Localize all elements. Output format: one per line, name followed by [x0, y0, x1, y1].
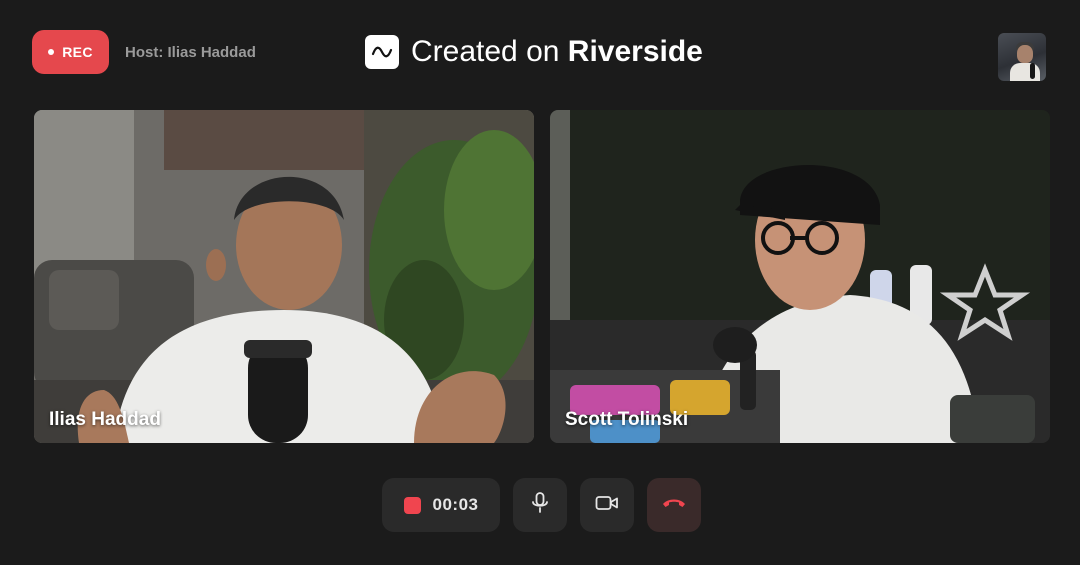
thumb-body [1010, 63, 1040, 81]
recording-timer: 00:03 [432, 495, 479, 514]
participant-name: Ilias Haddad [49, 409, 161, 430]
participant-name: Scott Tolinski [565, 409, 689, 430]
waveform-icon [365, 35, 399, 69]
leave-call-button[interactable] [647, 478, 701, 532]
top-bar: REC Host: Ilias Haddad Created on Rivers… [0, 0, 1080, 100]
stop-icon [403, 496, 421, 514]
camera-icon [595, 494, 619, 517]
brand-name: Riverside [567, 35, 703, 68]
thumb-head [1017, 45, 1033, 63]
participant-tile[interactable]: Ilias Haddad [34, 110, 534, 443]
rec-dot-icon [48, 49, 55, 55]
call-controls: 00:03 [0, 478, 1080, 533]
mute-microphone-button[interactable] [513, 478, 567, 532]
participant-video [34, 110, 534, 443]
host-label: Host: Ilias Haddad [125, 44, 256, 61]
brand-text: Created on Riverside [411, 35, 703, 69]
brand-prefix: Created on [411, 35, 560, 68]
rec-badge[interactable]: REC [32, 30, 109, 74]
stop-recording-button[interactable]: 00:03 [382, 478, 500, 532]
toggle-camera-button[interactable] [580, 478, 634, 532]
participant-video [550, 110, 1050, 443]
brand-title: Created on Riverside [365, 34, 703, 70]
hang-up-icon [661, 496, 687, 515]
self-preview-thumbnail[interactable] [998, 33, 1046, 81]
thumb-mic [1030, 63, 1035, 79]
microphone-icon [530, 491, 550, 519]
rec-label: REC [62, 44, 93, 60]
participant-tile[interactable]: Scott Tolinski [550, 110, 1050, 443]
